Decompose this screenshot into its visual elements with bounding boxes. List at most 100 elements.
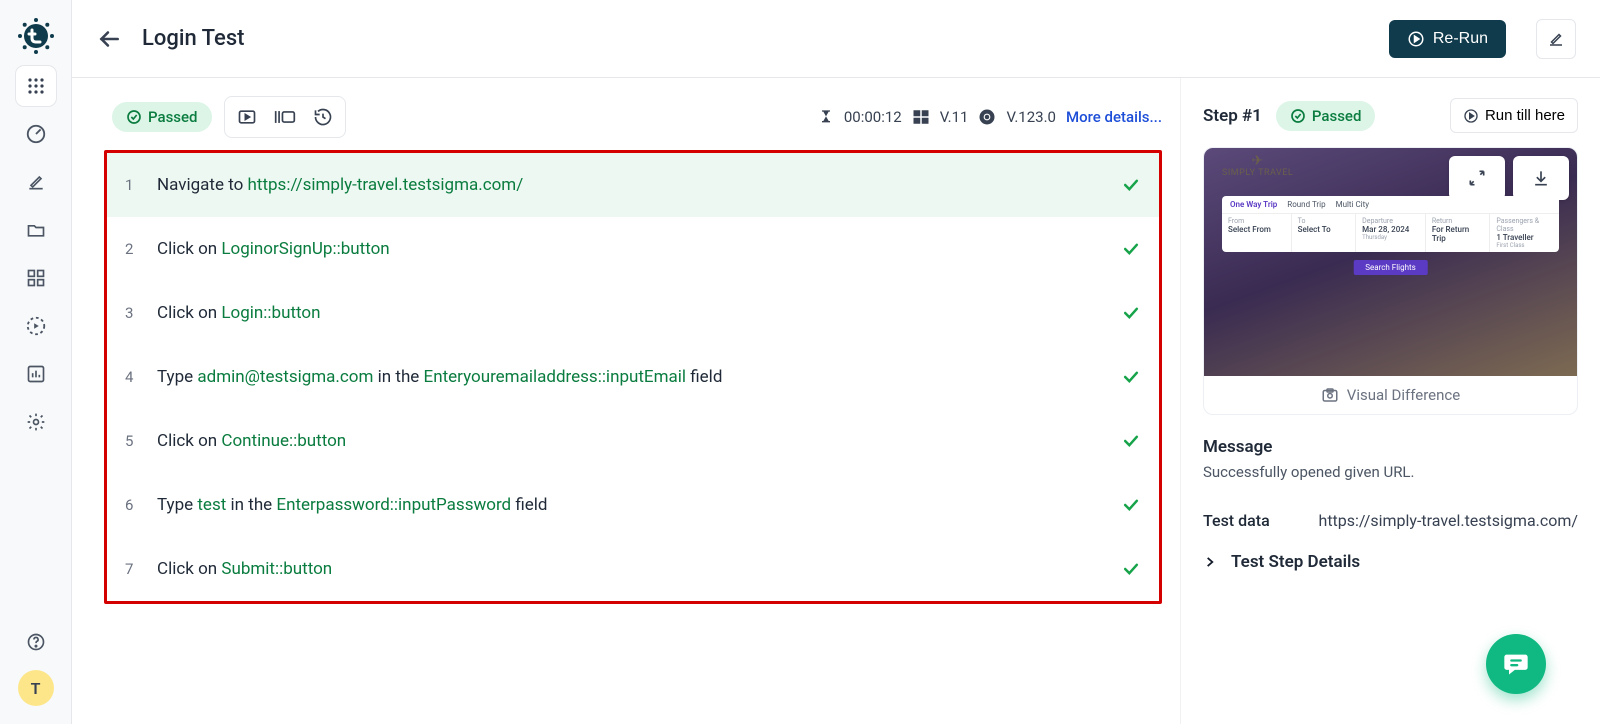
step-text: Click on Login::button xyxy=(157,303,1105,323)
nav-edit-icon[interactable] xyxy=(16,162,56,202)
chat-fab[interactable] xyxy=(1486,634,1546,694)
chrome-icon xyxy=(978,108,996,126)
steps-highlighted-box: 1 Navigate to https://simply-travel.tests… xyxy=(104,150,1162,604)
run-till-label: Run till here xyxy=(1485,107,1565,124)
step-screenshot: SIMPLY TRAVEL One Way Trip xyxy=(1204,148,1577,376)
check-icon xyxy=(1121,495,1141,515)
check-icon xyxy=(1121,303,1141,323)
nav-dashboard-icon[interactable] xyxy=(16,114,56,154)
step-number: 4 xyxy=(125,368,141,386)
more-details-link[interactable]: More details... xyxy=(1066,108,1162,126)
step-number: 2 xyxy=(125,240,141,258)
step-text: Type admin@testsigma.com in the Enteryou… xyxy=(157,367,1105,387)
step-row[interactable]: 5 Click on Continue::button xyxy=(107,409,1159,473)
trip-option-oneway: One Way Trip xyxy=(1230,200,1277,209)
sc-dep-h: Departure xyxy=(1362,217,1419,225)
sidebar: T xyxy=(0,0,72,724)
rerun-label: Re-Run xyxy=(1433,30,1488,48)
sc-pax-sub: First Class xyxy=(1496,242,1553,249)
app-logo xyxy=(14,14,58,58)
step-text: Navigate to https://simply-travel.testsi… xyxy=(157,175,1105,195)
step-row[interactable]: 2 Click on LoginorSignUp::button xyxy=(107,217,1159,281)
step-number: 5 xyxy=(125,432,141,450)
test-data-row: Test data https://simply-travel.testsigm… xyxy=(1203,503,1578,538)
download-screenshot-icon[interactable] xyxy=(1513,156,1569,200)
sc-to-h: To xyxy=(1298,217,1350,225)
hourglass-icon xyxy=(818,108,834,126)
sc-search-button: Search Flights xyxy=(1353,260,1428,275)
step-status-badge: Passed xyxy=(1276,101,1376,131)
nav-run-icon[interactable] xyxy=(16,306,56,346)
step-status-text: Passed xyxy=(1312,107,1362,125)
step-row[interactable]: 1 Navigate to https://simply-travel.tests… xyxy=(107,153,1159,217)
back-icon[interactable] xyxy=(96,26,122,52)
sc-pax-h: Passengers & Class xyxy=(1496,217,1553,233)
step-row[interactable]: 3 Click on Login::button xyxy=(107,281,1159,345)
browser-version-text: V.123.0 xyxy=(1006,108,1056,126)
status-badge: Passed xyxy=(112,102,212,132)
step-text: Click on LoginorSignUp::button xyxy=(157,239,1105,259)
visual-difference-label: Visual Difference xyxy=(1347,386,1460,404)
step-number: 7 xyxy=(125,560,141,578)
nav-reports-icon[interactable] xyxy=(16,354,56,394)
message-body: Successfully opened given URL. xyxy=(1203,463,1578,481)
step-row[interactable]: 4 Type admin@testsigma.com in the Enteryo… xyxy=(107,345,1159,409)
visual-difference-button[interactable]: Visual Difference xyxy=(1204,376,1577,414)
sc-to-v: Select To xyxy=(1298,225,1350,234)
sc-ret-v: For Return Trip xyxy=(1432,225,1484,243)
trip-option-round: Round Trip xyxy=(1287,200,1325,209)
sc-from-h: From xyxy=(1228,217,1285,225)
step-text: Type test in the Enterpassword::inputPas… xyxy=(157,495,1105,515)
rerun-button[interactable]: Re-Run xyxy=(1389,20,1506,58)
header-edit-button[interactable] xyxy=(1536,19,1576,59)
message-heading: Message xyxy=(1203,437,1578,457)
expand-screenshot-icon[interactable] xyxy=(1449,156,1505,200)
nav-help-icon[interactable] xyxy=(16,622,56,662)
test-data-heading: Test data xyxy=(1203,511,1270,530)
screenshot-search-widget: One Way Trip Round Trip Multi City From … xyxy=(1222,196,1559,252)
windows-icon xyxy=(912,108,930,126)
step-text: Click on Submit::button xyxy=(157,559,1105,579)
step-number: 1 xyxy=(125,176,141,194)
check-icon xyxy=(1121,367,1141,387)
step-row[interactable]: 7 Click on Submit::button xyxy=(107,537,1159,601)
status-text: Passed xyxy=(148,108,198,126)
check-icon xyxy=(1121,239,1141,259)
nav-settings-icon[interactable] xyxy=(16,402,56,442)
history-view-icon[interactable] xyxy=(305,101,341,133)
compare-view-icon[interactable] xyxy=(267,101,303,133)
step-row[interactable]: 6 Type test in the Enterpassword::inputPa… xyxy=(107,473,1159,537)
screenshot-brand: SIMPLY TRAVEL xyxy=(1222,154,1293,179)
page-title: Login Test xyxy=(142,26,244,51)
test-step-details-toggle[interactable]: Test Step Details xyxy=(1203,538,1578,572)
nav-grid-icon[interactable] xyxy=(16,258,56,298)
check-icon xyxy=(1121,559,1141,579)
sc-pax-v: 1 Traveller xyxy=(1496,233,1553,242)
nav-apps-icon[interactable] xyxy=(16,66,56,106)
message-section: Message Successfully opened given URL. xyxy=(1203,437,1578,481)
test-data-value: https://simply-travel.testsigma.com/ xyxy=(1319,511,1579,530)
sc-ret-h: Return xyxy=(1432,217,1484,225)
step-number: 3 xyxy=(125,304,141,322)
os-version-text: V.11 xyxy=(940,108,969,126)
header: Login Test Re-Run xyxy=(72,0,1600,78)
duration-text: 00:00:12 xyxy=(844,108,902,126)
check-icon xyxy=(1121,175,1141,195)
avatar[interactable]: T xyxy=(18,670,54,706)
run-till-here-button[interactable]: Run till here xyxy=(1450,98,1578,133)
step-detail-panel: Step #1 Passed Run till here SIMPLY TRAV… xyxy=(1180,78,1600,724)
test-step-details-label: Test Step Details xyxy=(1231,552,1360,572)
view-toggle-group xyxy=(224,96,346,138)
check-icon xyxy=(1121,431,1141,451)
step-number: 6 xyxy=(125,496,141,514)
trip-option-multi: Multi City xyxy=(1336,200,1369,209)
step-text: Click on Continue::button xyxy=(157,431,1105,451)
nav-folder-icon[interactable] xyxy=(16,210,56,250)
sc-dep-sub: Thursday xyxy=(1362,234,1419,241)
sc-from-v: Select From xyxy=(1228,225,1285,234)
screenshot-card: SIMPLY TRAVEL One Way Trip xyxy=(1203,147,1578,415)
sc-dep-v: Mar 28, 2024 xyxy=(1362,225,1419,234)
play-view-icon[interactable] xyxy=(229,101,265,133)
step-number-heading: Step #1 xyxy=(1203,106,1262,126)
results-toolbar: Passed xyxy=(104,96,1162,138)
